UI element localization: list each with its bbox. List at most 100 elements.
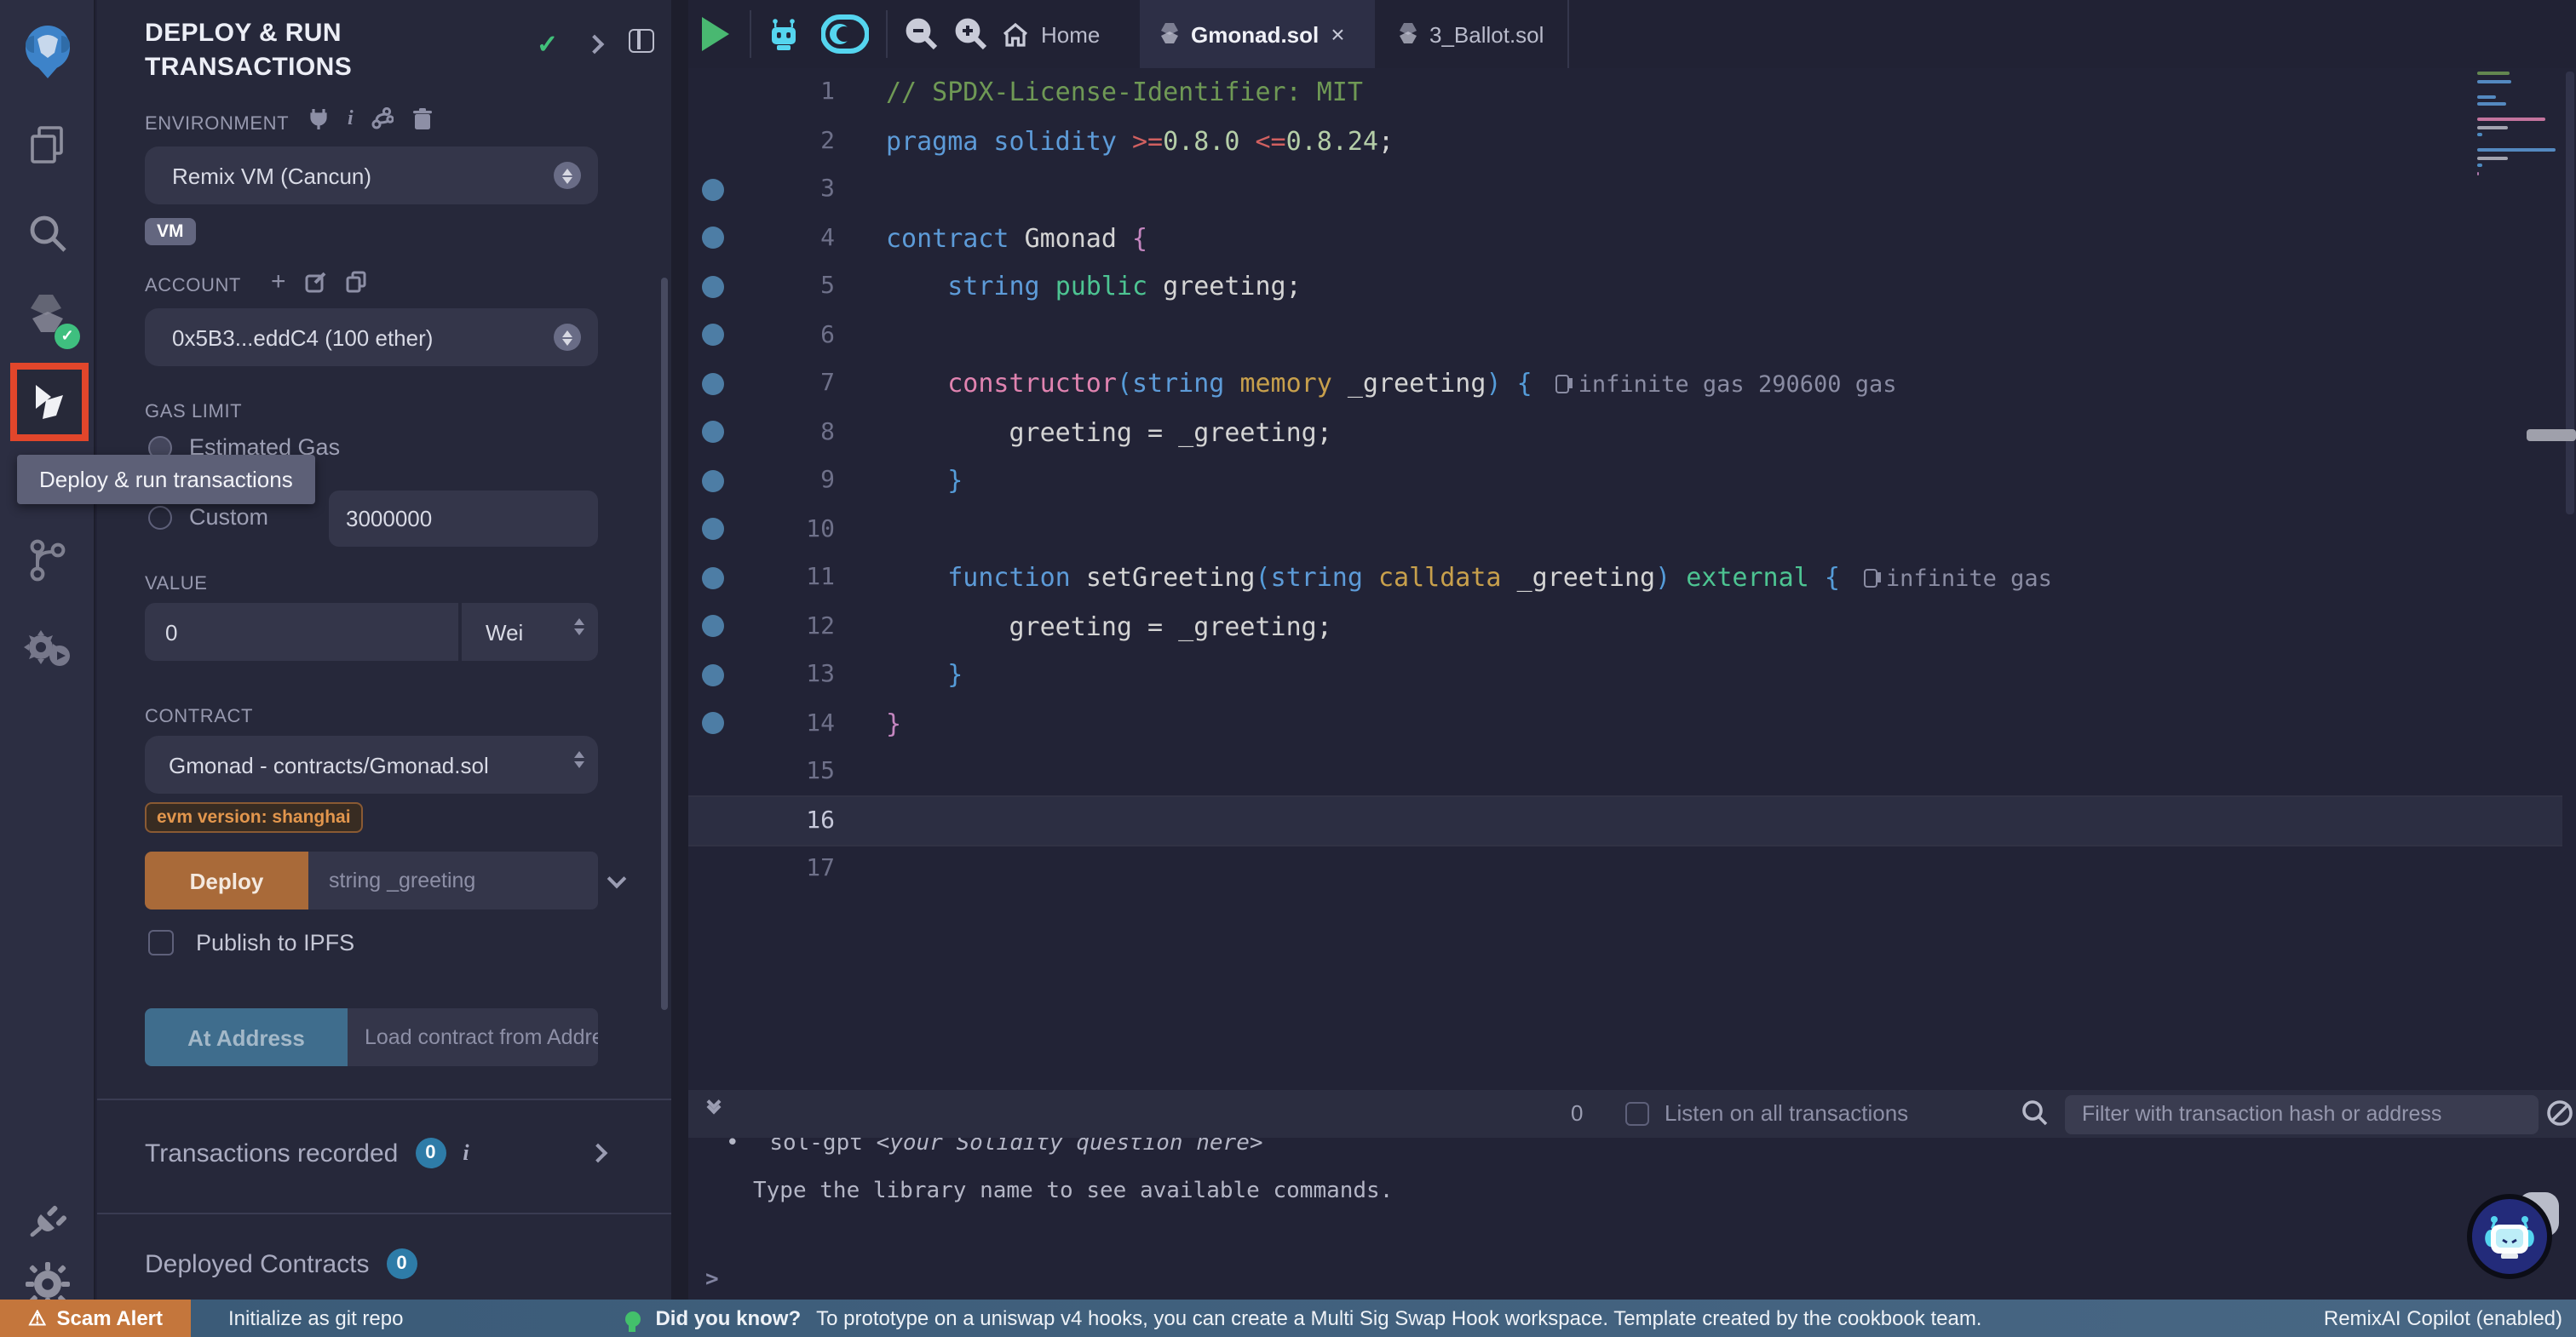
- tab-gmonad[interactable]: Gmonad.sol ×: [1140, 0, 1375, 68]
- value-input[interactable]: 0: [145, 603, 458, 661]
- scam-alert-chip[interactable]: ⚠ Scam Alert: [0, 1300, 191, 1337]
- code-line[interactable]: 7 constructor(string memory _greeting) {…: [688, 359, 2562, 408]
- code-line[interactable]: 15: [688, 748, 2562, 796]
- line-number: 10: [736, 516, 835, 543]
- gutter-dot-icon[interactable]: [701, 276, 723, 298]
- environment-plug-icon[interactable]: [308, 107, 329, 129]
- terminal-header: 0 Listen on all transactions Filter with…: [688, 1090, 2576, 1138]
- gutter-dot-icon[interactable]: [701, 664, 723, 686]
- gutter-dot-icon[interactable]: [701, 227, 723, 250]
- run-script-play-icon[interactable]: [702, 17, 729, 51]
- code-line[interactable]: 5 string public greeting;: [688, 262, 2562, 311]
- solidity-compiler-icon[interactable]: ✓: [0, 283, 95, 351]
- block-icon[interactable]: [2545, 1099, 2574, 1128]
- code-line[interactable]: 11 function setGreeting(string calldata …: [688, 554, 2562, 602]
- environment-fork-icon[interactable]: [372, 107, 394, 129]
- custom-gas-radio[interactable]: [148, 505, 172, 529]
- code-line[interactable]: 1// SPDX-License-Identifier: MIT: [688, 68, 2562, 117]
- code-line[interactable]: 13 }: [688, 651, 2562, 699]
- gutter-dot-icon[interactable]: [701, 373, 723, 395]
- file-explorer-icon[interactable]: [0, 112, 95, 177]
- transaction-filter-input[interactable]: Filter with transaction hash or address: [2065, 1094, 2539, 1133]
- code-line[interactable]: 12 greeting = _greeting;: [688, 602, 2562, 651]
- account-select[interactable]: 0x5B3...eddC4 (100 ether): [145, 308, 598, 366]
- unit-testing-icon[interactable]: [0, 617, 95, 681]
- remixai-robot-icon[interactable]: [763, 14, 804, 55]
- editor-vertical-scrollbar[interactable]: [2564, 68, 2576, 1090]
- custom-gas-row[interactable]: Custom: [148, 504, 268, 530]
- code-line[interactable]: 16: [688, 796, 2562, 845]
- search-icon[interactable]: [0, 201, 95, 266]
- code-line[interactable]: 3: [688, 165, 2562, 214]
- code-line[interactable]: 2pragma solidity >=0.8.0 <=0.8.24;: [688, 117, 2562, 165]
- terminal-output[interactable]: • sol-gpt <your Solidity question here> …: [688, 1138, 2576, 1300]
- remixai-assistant-button[interactable]: [2467, 1194, 2552, 1279]
- account-copy-icon[interactable]: [346, 271, 366, 293]
- environment-delete-icon[interactable]: [413, 106, 434, 130]
- terminal-prompt[interactable]: >: [705, 1267, 719, 1293]
- editor-minimap[interactable]: [2477, 72, 2562, 211]
- code-line[interactable]: 10: [688, 505, 2562, 554]
- deploy-run-icon[interactable]: [0, 368, 95, 436]
- tab-home[interactable]: Home: [978, 0, 1124, 68]
- transactions-expand-chevron-icon[interactable]: [591, 1146, 605, 1160]
- deploy-expand-chevron-icon[interactable]: [610, 872, 624, 886]
- account-edit-icon[interactable]: [305, 271, 327, 293]
- tab-close-icon[interactable]: ×: [1331, 20, 1344, 48]
- plugin-manager-icon[interactable]: [0, 1189, 95, 1250]
- copilot-status[interactable]: RemixAI Copilot (enabled): [2324, 1306, 2562, 1330]
- gutter-dot-icon[interactable]: [701, 179, 723, 201]
- gutter-dot-icon[interactable]: [701, 422, 723, 444]
- transactions-info-icon[interactable]: i: [463, 1139, 469, 1167]
- code-line[interactable]: 6: [688, 311, 2562, 359]
- line-number: 12: [736, 613, 835, 640]
- copilot-toggle-icon[interactable]: [821, 14, 869, 55]
- at-address-button[interactable]: At Address: [145, 1008, 348, 1066]
- code-line[interactable]: 9 }: [688, 456, 2562, 505]
- code-editor[interactable]: 1// SPDX-License-Identifier: MIT2pragma …: [688, 68, 2562, 1090]
- gutter-dot-icon[interactable]: [701, 616, 723, 638]
- publish-ipfs-checkbox[interactable]: [148, 930, 174, 955]
- zoom-out-icon[interactable]: [903, 15, 940, 53]
- gutter-dot-icon[interactable]: [701, 519, 723, 541]
- code-line[interactable]: 4contract Gmonad {: [688, 214, 2562, 262]
- git-branch-icon[interactable]: [0, 528, 95, 593]
- deployed-contracts-label: Deployed Contracts: [145, 1249, 369, 1278]
- gutter-dot-icon[interactable]: [701, 324, 723, 347]
- gutter-dot-icon[interactable]: [701, 713, 723, 735]
- editor-scrollbar-thumb[interactable]: [2527, 429, 2576, 441]
- code-line[interactable]: 14}: [688, 699, 2562, 748]
- terminal-expand-icon[interactable]: [709, 1102, 719, 1112]
- remix-logo-icon[interactable]: [0, 14, 95, 89]
- listen-checkbox[interactable]: [1625, 1101, 1649, 1125]
- environment-info-icon[interactable]: i: [348, 106, 354, 131]
- home-icon: [1002, 21, 1029, 47]
- code-line[interactable]: 8 greeting = _greeting;: [688, 408, 2562, 456]
- terminal-cmd-hint: <your Solidity question here>: [877, 1138, 1263, 1156]
- solidity-file-icon-2: [1399, 21, 1417, 47]
- bullet-icon: •: [726, 1138, 739, 1156]
- code-line[interactable]: 17: [688, 845, 2562, 893]
- account-add-icon[interactable]: +: [271, 267, 286, 296]
- publish-ipfs-row[interactable]: Publish to IPFS: [148, 930, 354, 955]
- panel-pin-chevron-icon[interactable]: [588, 37, 601, 51]
- deployed-contracts-section: Deployed Contracts 0: [145, 1248, 417, 1279]
- contract-select[interactable]: Gmonad - contracts/Gmonad.sol: [145, 736, 598, 794]
- tab-gmonad-label: Gmonad.sol: [1191, 21, 1319, 47]
- listen-all-transactions-row[interactable]: Listen on all transactions: [1625, 1100, 1908, 1126]
- git-init-button[interactable]: Initialize as git repo: [228, 1306, 403, 1330]
- panel-editor-splitter[interactable]: [671, 0, 688, 1300]
- value-unit-select[interactable]: Wei: [462, 603, 598, 661]
- deploy-button[interactable]: Deploy: [145, 852, 308, 910]
- environment-select[interactable]: Remix VM (Cancun): [145, 146, 598, 204]
- terminal-search-icon[interactable]: [2021, 1099, 2050, 1128]
- at-address-input[interactable]: Load contract from Addre: [348, 1008, 598, 1066]
- custom-gas-input[interactable]: 3000000: [329, 491, 598, 547]
- transactions-recorded-section[interactable]: Transactions recorded 0 i: [145, 1138, 469, 1168]
- gutter-dot-icon[interactable]: [701, 567, 723, 589]
- panel-split-view-icon[interactable]: [629, 29, 654, 53]
- deploy-args-input[interactable]: string _greeting: [308, 852, 598, 910]
- tab-ballot[interactable]: 3_Ballot.sol: [1375, 0, 1567, 68]
- panel-scrollbar[interactable]: [661, 278, 668, 1010]
- gutter-dot-icon[interactable]: [701, 470, 723, 492]
